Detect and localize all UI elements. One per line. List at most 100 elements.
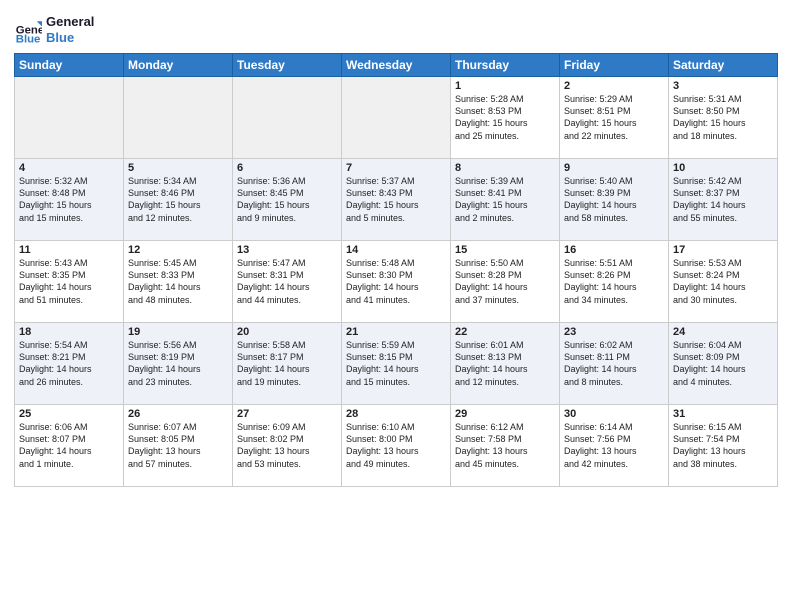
day-number: 27: [237, 408, 337, 420]
day-number: 29: [455, 408, 555, 420]
calendar-cell: 21Sunrise: 5:59 AMSunset: 8:15 PMDayligh…: [342, 323, 451, 405]
day-number: 15: [455, 244, 555, 256]
calendar-cell: 24Sunrise: 6:04 AMSunset: 8:09 PMDayligh…: [669, 323, 778, 405]
calendar-cell: 29Sunrise: 6:12 AMSunset: 7:58 PMDayligh…: [451, 405, 560, 487]
day-info: Sunrise: 5:37 AMSunset: 8:43 PMDaylight:…: [346, 175, 446, 224]
calendar-cell: [342, 77, 451, 159]
calendar-cell: 6Sunrise: 5:36 AMSunset: 8:45 PMDaylight…: [233, 159, 342, 241]
calendar-cell: 20Sunrise: 5:58 AMSunset: 8:17 PMDayligh…: [233, 323, 342, 405]
day-info: Sunrise: 5:42 AMSunset: 8:37 PMDaylight:…: [673, 175, 773, 224]
day-number: 22: [455, 326, 555, 338]
day-info: Sunrise: 6:04 AMSunset: 8:09 PMDaylight:…: [673, 339, 773, 388]
calendar-header-sunday: Sunday: [15, 54, 124, 77]
day-info: Sunrise: 5:28 AMSunset: 8:53 PMDaylight:…: [455, 93, 555, 142]
day-number: 4: [19, 162, 119, 174]
calendar-cell: 31Sunrise: 6:15 AMSunset: 7:54 PMDayligh…: [669, 405, 778, 487]
logo: General Blue General Blue: [14, 14, 94, 45]
calendar-cell: 1Sunrise: 5:28 AMSunset: 8:53 PMDaylight…: [451, 77, 560, 159]
calendar-cell: 14Sunrise: 5:48 AMSunset: 8:30 PMDayligh…: [342, 241, 451, 323]
calendar-week-row: 18Sunrise: 5:54 AMSunset: 8:21 PMDayligh…: [15, 323, 778, 405]
day-info: Sunrise: 5:56 AMSunset: 8:19 PMDaylight:…: [128, 339, 228, 388]
day-info: Sunrise: 5:53 AMSunset: 8:24 PMDaylight:…: [673, 257, 773, 306]
day-info: Sunrise: 5:51 AMSunset: 8:26 PMDaylight:…: [564, 257, 664, 306]
day-info: Sunrise: 5:29 AMSunset: 8:51 PMDaylight:…: [564, 93, 664, 142]
day-info: Sunrise: 6:01 AMSunset: 8:13 PMDaylight:…: [455, 339, 555, 388]
calendar-cell: 2Sunrise: 5:29 AMSunset: 8:51 PMDaylight…: [560, 77, 669, 159]
calendar-header-friday: Friday: [560, 54, 669, 77]
page-header: General Blue General Blue: [14, 10, 778, 45]
day-info: Sunrise: 6:07 AMSunset: 8:05 PMDaylight:…: [128, 421, 228, 470]
day-info: Sunrise: 6:14 AMSunset: 7:56 PMDaylight:…: [564, 421, 664, 470]
calendar-header-monday: Monday: [124, 54, 233, 77]
day-number: 3: [673, 80, 773, 92]
calendar-cell: 13Sunrise: 5:47 AMSunset: 8:31 PMDayligh…: [233, 241, 342, 323]
calendar-week-row: 11Sunrise: 5:43 AMSunset: 8:35 PMDayligh…: [15, 241, 778, 323]
calendar-cell: 4Sunrise: 5:32 AMSunset: 8:48 PMDaylight…: [15, 159, 124, 241]
calendar-cell: 19Sunrise: 5:56 AMSunset: 8:19 PMDayligh…: [124, 323, 233, 405]
calendar-cell: 25Sunrise: 6:06 AMSunset: 8:07 PMDayligh…: [15, 405, 124, 487]
svg-text:Blue: Blue: [16, 33, 41, 44]
day-info: Sunrise: 5:48 AMSunset: 8:30 PMDaylight:…: [346, 257, 446, 306]
calendar-cell: [233, 77, 342, 159]
calendar-cell: 15Sunrise: 5:50 AMSunset: 8:28 PMDayligh…: [451, 241, 560, 323]
day-number: 17: [673, 244, 773, 256]
day-number: 12: [128, 244, 228, 256]
calendar-cell: 18Sunrise: 5:54 AMSunset: 8:21 PMDayligh…: [15, 323, 124, 405]
day-info: Sunrise: 5:47 AMSunset: 8:31 PMDaylight:…: [237, 257, 337, 306]
day-info: Sunrise: 5:31 AMSunset: 8:50 PMDaylight:…: [673, 93, 773, 142]
calendar-cell: [15, 77, 124, 159]
day-number: 11: [19, 244, 119, 256]
day-number: 8: [455, 162, 555, 174]
day-number: 23: [564, 326, 664, 338]
calendar-cell: 12Sunrise: 5:45 AMSunset: 8:33 PMDayligh…: [124, 241, 233, 323]
calendar-cell: 5Sunrise: 5:34 AMSunset: 8:46 PMDaylight…: [124, 159, 233, 241]
calendar-week-row: 4Sunrise: 5:32 AMSunset: 8:48 PMDaylight…: [15, 159, 778, 241]
calendar-header-saturday: Saturday: [669, 54, 778, 77]
logo-general: General: [46, 14, 94, 30]
day-number: 19: [128, 326, 228, 338]
calendar-cell: 7Sunrise: 5:37 AMSunset: 8:43 PMDaylight…: [342, 159, 451, 241]
calendar-cell: 9Sunrise: 5:40 AMSunset: 8:39 PMDaylight…: [560, 159, 669, 241]
day-number: 14: [346, 244, 446, 256]
day-number: 20: [237, 326, 337, 338]
day-number: 26: [128, 408, 228, 420]
day-number: 1: [455, 80, 555, 92]
calendar-cell: 8Sunrise: 5:39 AMSunset: 8:41 PMDaylight…: [451, 159, 560, 241]
day-number: 24: [673, 326, 773, 338]
day-info: Sunrise: 5:43 AMSunset: 8:35 PMDaylight:…: [19, 257, 119, 306]
calendar-cell: 11Sunrise: 5:43 AMSunset: 8:35 PMDayligh…: [15, 241, 124, 323]
calendar-cell: 10Sunrise: 5:42 AMSunset: 8:37 PMDayligh…: [669, 159, 778, 241]
day-number: 30: [564, 408, 664, 420]
calendar-header-tuesday: Tuesday: [233, 54, 342, 77]
day-number: 6: [237, 162, 337, 174]
calendar-header-row: SundayMondayTuesdayWednesdayThursdayFrid…: [15, 54, 778, 77]
day-info: Sunrise: 5:50 AMSunset: 8:28 PMDaylight:…: [455, 257, 555, 306]
day-number: 21: [346, 326, 446, 338]
day-info: Sunrise: 5:40 AMSunset: 8:39 PMDaylight:…: [564, 175, 664, 224]
day-number: 7: [346, 162, 446, 174]
day-info: Sunrise: 6:02 AMSunset: 8:11 PMDaylight:…: [564, 339, 664, 388]
day-number: 13: [237, 244, 337, 256]
calendar-cell: 28Sunrise: 6:10 AMSunset: 8:00 PMDayligh…: [342, 405, 451, 487]
day-info: Sunrise: 6:09 AMSunset: 8:02 PMDaylight:…: [237, 421, 337, 470]
day-number: 28: [346, 408, 446, 420]
calendar-cell: 23Sunrise: 6:02 AMSunset: 8:11 PMDayligh…: [560, 323, 669, 405]
calendar-table: SundayMondayTuesdayWednesdayThursdayFrid…: [14, 53, 778, 487]
day-info: Sunrise: 6:12 AMSunset: 7:58 PMDaylight:…: [455, 421, 555, 470]
day-number: 16: [564, 244, 664, 256]
calendar-cell: 3Sunrise: 5:31 AMSunset: 8:50 PMDaylight…: [669, 77, 778, 159]
day-info: Sunrise: 5:58 AMSunset: 8:17 PMDaylight:…: [237, 339, 337, 388]
day-number: 31: [673, 408, 773, 420]
calendar-cell: 30Sunrise: 6:14 AMSunset: 7:56 PMDayligh…: [560, 405, 669, 487]
day-info: Sunrise: 5:54 AMSunset: 8:21 PMDaylight:…: [19, 339, 119, 388]
calendar-header-thursday: Thursday: [451, 54, 560, 77]
day-info: Sunrise: 5:45 AMSunset: 8:33 PMDaylight:…: [128, 257, 228, 306]
day-number: 18: [19, 326, 119, 338]
calendar-cell: 26Sunrise: 6:07 AMSunset: 8:05 PMDayligh…: [124, 405, 233, 487]
day-number: 2: [564, 80, 664, 92]
calendar-header-wednesday: Wednesday: [342, 54, 451, 77]
logo-blue: Blue: [46, 30, 94, 46]
day-info: Sunrise: 5:39 AMSunset: 8:41 PMDaylight:…: [455, 175, 555, 224]
day-info: Sunrise: 6:10 AMSunset: 8:00 PMDaylight:…: [346, 421, 446, 470]
day-info: Sunrise: 6:06 AMSunset: 8:07 PMDaylight:…: [19, 421, 119, 470]
